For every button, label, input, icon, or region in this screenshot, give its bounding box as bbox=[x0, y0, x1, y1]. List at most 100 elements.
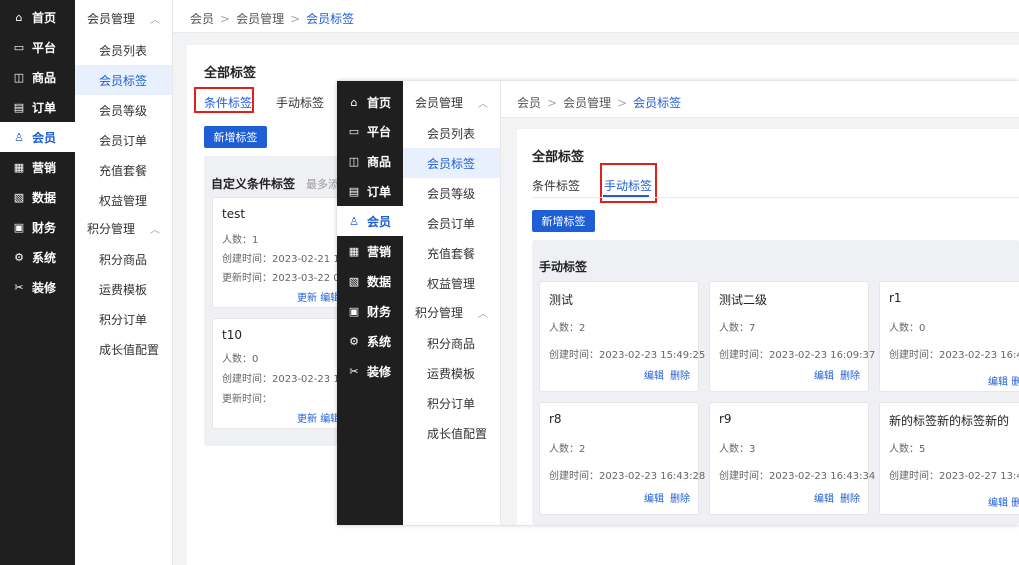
delete-button[interactable]: 删除 bbox=[670, 494, 690, 505]
wallet-icon: ▣ bbox=[348, 304, 360, 318]
new-tag-button[interactable]: 新增标签 bbox=[532, 210, 595, 232]
nav-platform[interactable]: ▭ 平台 bbox=[0, 32, 75, 62]
nav-home[interactable]: ⌂ 首页 bbox=[337, 87, 403, 117]
nav-platform[interactable]: ▭ 平台 bbox=[337, 116, 403, 146]
card-created: 创建时间：2023-02-23 15:49:25 bbox=[549, 350, 706, 361]
card-title: r1 bbox=[889, 291, 902, 305]
submenu-member-orders[interactable]: 会员订单 bbox=[403, 208, 500, 238]
nav-label: 首页 bbox=[367, 95, 392, 110]
nav-system[interactable]: ⚙ 系统 bbox=[0, 242, 75, 272]
front-main-nav: ⌂ 首页 ▭ 平台 ◫ 商品 ▤ 订单 ♙ 会员 ▦ 营销 ▧ 数据 ▣ 财务 ⚙ 系统 ✂ 装修 bbox=[337, 81, 403, 525]
submenu-growth[interactable]: 成长值配置 bbox=[403, 418, 500, 448]
submenu-freight[interactable]: 运费模板 bbox=[75, 274, 172, 304]
delete-button[interactable]: 删除 bbox=[840, 494, 860, 505]
section-hint: 最多添 bbox=[306, 178, 339, 191]
chevron-right-icon: > bbox=[290, 12, 301, 26]
crumb-member-manage[interactable]: 会员管理 bbox=[236, 12, 284, 26]
edit-button[interactable]: 编辑 bbox=[644, 371, 664, 382]
submenu-member-level[interactable]: 会员等级 bbox=[75, 95, 172, 125]
delete-button[interactable]: 删除 bbox=[840, 371, 860, 382]
nav-label: 会员 bbox=[367, 214, 392, 229]
tag-card: r9 人数：3 创建时间：2023-02-23 16:43:34 编辑 删除 bbox=[709, 402, 875, 515]
submenu-growth[interactable]: 成长值配置 bbox=[75, 334, 172, 364]
crumb-member[interactable]: 会员 bbox=[190, 12, 214, 26]
nav-label: 装修 bbox=[32, 280, 57, 295]
nav-data[interactable]: ▧ 数据 bbox=[337, 266, 403, 296]
submenu-member-level[interactable]: 会员等级 bbox=[403, 178, 500, 208]
nav-decoration[interactable]: ✂ 装修 bbox=[0, 272, 75, 302]
nav-data[interactable]: ▧ 数据 bbox=[0, 182, 75, 212]
nav-orders[interactable]: ▤ 订单 bbox=[337, 176, 403, 206]
nav-system[interactable]: ⚙ 系统 bbox=[337, 326, 403, 356]
submenu-member-list[interactable]: 会员列表 bbox=[75, 35, 172, 65]
card-actions: 更新 编辑 bbox=[297, 289, 340, 304]
submenu-points-goods[interactable]: 积分商品 bbox=[75, 244, 172, 274]
tab-condition[interactable]: 条件标签 bbox=[532, 177, 580, 194]
tab-manual[interactable]: 手动标签 bbox=[276, 94, 324, 111]
submenu-points-orders[interactable]: 积分订单 bbox=[403, 388, 500, 418]
nav-orders[interactable]: ▤ 订单 bbox=[0, 92, 75, 122]
group-label: 积分管理 bbox=[87, 221, 136, 236]
bag-icon: ◫ bbox=[13, 70, 25, 84]
submenu-member-orders[interactable]: 会员订单 bbox=[75, 125, 172, 155]
nav-marketing[interactable]: ▦ 营销 bbox=[337, 236, 403, 266]
submenu-group-member[interactable]: 会员管理 ︿ bbox=[403, 87, 500, 117]
submenu-rights[interactable]: 权益管理 bbox=[75, 185, 172, 215]
delete-button[interactable]: 删 bbox=[1011, 377, 1019, 388]
nav-marketing[interactable]: ▦ 营销 bbox=[0, 152, 75, 182]
nav-label: 营销 bbox=[32, 160, 57, 175]
edit-button[interactable]: 编辑 bbox=[988, 498, 1008, 509]
submenu-member-list[interactable]: 会员列表 bbox=[403, 118, 500, 148]
nav-label: 财务 bbox=[32, 220, 57, 235]
submenu-recharge[interactable]: 充值套餐 bbox=[403, 238, 500, 268]
tabs-divider bbox=[532, 197, 1019, 198]
submenu-group-member[interactable]: 会员管理 ︿ bbox=[75, 3, 172, 33]
nav-goods[interactable]: ◫ 商品 bbox=[337, 146, 403, 176]
nav-label: 订单 bbox=[367, 184, 392, 199]
nav-finance[interactable]: ▣ 财务 bbox=[0, 212, 75, 242]
edit-button[interactable]: 编辑 bbox=[988, 377, 1008, 388]
section-title: 自定义条件标签 bbox=[211, 177, 296, 191]
submenu-member-tags[interactable]: 会员标签 bbox=[403, 148, 500, 178]
chevron-right-icon: > bbox=[220, 12, 231, 26]
monitor-icon: ▭ bbox=[348, 124, 360, 138]
edit-button[interactable]: 编辑 bbox=[814, 494, 834, 505]
submenu-rights[interactable]: 权益管理 bbox=[403, 268, 500, 298]
delete-button[interactable]: 删除 bbox=[670, 371, 690, 382]
home-icon: ⌂ bbox=[15, 10, 23, 24]
crumb-member-manage[interactable]: 会员管理 bbox=[563, 96, 611, 110]
brush-icon: ✂ bbox=[14, 280, 24, 294]
edit-button[interactable]: 编辑 bbox=[814, 371, 834, 382]
nav-label: 系统 bbox=[32, 250, 57, 265]
crumb-member[interactable]: 会员 bbox=[517, 96, 541, 110]
submenu-points-goods[interactable]: 积分商品 bbox=[403, 328, 500, 358]
nav-finance[interactable]: ▣ 财务 bbox=[337, 296, 403, 326]
update-button[interactable]: 更新 bbox=[297, 293, 317, 304]
chevron-up-icon: ︿ bbox=[478, 98, 488, 110]
group-label: 会员管理 bbox=[415, 95, 464, 110]
submenu-group-points[interactable]: 积分管理 ︿ bbox=[75, 213, 172, 243]
submenu-recharge[interactable]: 充值套餐 bbox=[75, 155, 172, 185]
submenu-member-tags[interactable]: 会员标签 bbox=[75, 65, 172, 95]
front-screenshot: ⌂ 首页 ▭ 平台 ◫ 商品 ▤ 订单 ♙ 会员 ▦ 营销 ▧ 数据 ▣ 财务 ⚙ 系统 ✂ 装修 … bbox=[337, 81, 1019, 525]
submenu-points-orders[interactable]: 积分订单 bbox=[75, 304, 172, 334]
nav-members[interactable]: ♙ 会员 bbox=[0, 122, 75, 152]
tag-card: r1 人数：0 创建时间：2023-02-23 16:43:01 编辑 删 bbox=[879, 281, 1019, 392]
card-count: 人数：0 bbox=[889, 323, 926, 334]
edit-button[interactable]: 编辑 bbox=[644, 494, 664, 505]
chevron-up-icon: ︿ bbox=[150, 14, 160, 26]
nav-goods[interactable]: ◫ 商品 bbox=[0, 62, 75, 92]
card-actions: 编辑 删除 bbox=[808, 367, 860, 382]
card-count: 人数：2 bbox=[549, 323, 586, 334]
update-button[interactable]: 更新 bbox=[297, 414, 317, 425]
submenu-group-points[interactable]: 积分管理 ︿ bbox=[403, 297, 500, 327]
card-updated: 更新时间： bbox=[222, 394, 272, 405]
nav-members[interactable]: ♙ 会员 bbox=[337, 206, 403, 236]
nav-decoration[interactable]: ✂ 装修 bbox=[337, 356, 403, 386]
card-title: 测试 bbox=[549, 293, 574, 307]
card-created: 创建时间：2023-02-23 16:09:37 bbox=[719, 350, 876, 361]
submenu-freight[interactable]: 运费模板 bbox=[403, 358, 500, 388]
delete-button[interactable]: 删 bbox=[1011, 498, 1019, 509]
nav-home[interactable]: ⌂ 首页 bbox=[0, 2, 75, 32]
new-tag-button[interactable]: 新增标签 bbox=[204, 126, 267, 148]
